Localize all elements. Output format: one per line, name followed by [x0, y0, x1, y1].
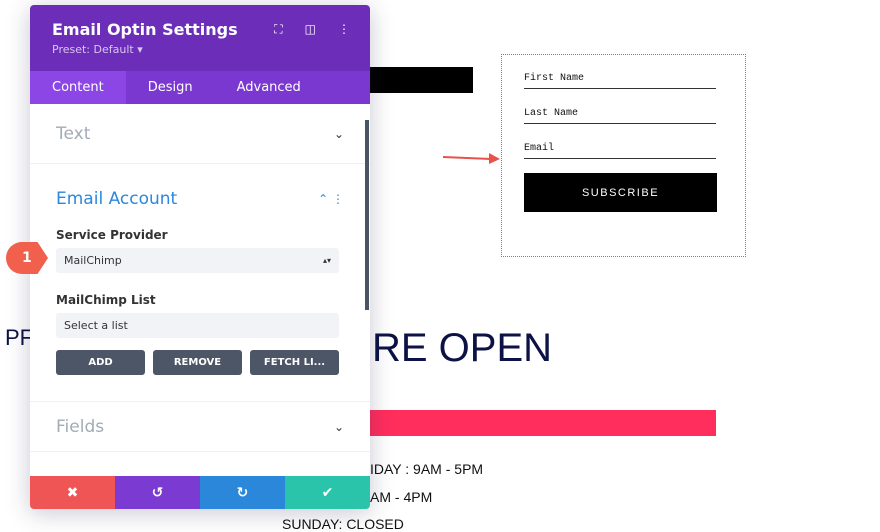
undo-icon: ↺ — [151, 484, 164, 501]
black-bar — [360, 67, 473, 93]
pink-bar — [360, 410, 716, 436]
hours-line: AM - 4PM — [370, 489, 433, 505]
chevron-down-icon: ⌄ — [333, 419, 344, 434]
service-provider-label: Service Provider — [56, 228, 168, 242]
cancel-button[interactable]: ✖ — [30, 476, 115, 509]
check-icon: ✔ — [321, 484, 334, 501]
subscribe-button[interactable]: SUBSCRIBE — [524, 173, 717, 212]
chevron-down-icon: ⌄ — [333, 126, 344, 141]
remove-button[interactable]: REMOVE — [153, 350, 242, 375]
save-button[interactable]: ✔ — [285, 476, 370, 509]
last-name-field[interactable]: Last Name — [524, 108, 716, 124]
hours-line: IDAY : 9AM - 5PM — [370, 461, 484, 477]
add-button[interactable]: ADD — [56, 350, 145, 375]
list-select[interactable]: Select a list — [56, 313, 339, 338]
preset-dropdown[interactable]: Preset: Default ▾ — [52, 43, 348, 56]
scrollbar[interactable] — [365, 120, 369, 310]
section-title: Fields — [56, 416, 105, 437]
close-icon: ✖ — [66, 484, 79, 501]
service-provider-select[interactable]: MailChimp ▴▾ — [56, 248, 339, 273]
arrow-icon — [443, 153, 500, 164]
tab-design[interactable]: Design — [126, 71, 215, 104]
tab-advanced[interactable]: Advanced — [215, 71, 323, 104]
section-text[interactable]: Text ⌄ — [30, 104, 370, 164]
tab-content[interactable]: Content — [30, 71, 126, 104]
heading-right: RE OPEN — [372, 326, 553, 370]
section-title: Email Account — [56, 189, 178, 209]
select-value: MailChimp — [64, 254, 122, 267]
optin-form: First Name Last Name Email SUBSCRIBE — [501, 54, 746, 257]
select-value: Select a list — [64, 319, 128, 332]
redo-icon: ↻ — [236, 484, 249, 501]
section-email-account[interactable]: Email Account ⌃ ⋮ — [30, 164, 370, 234]
chevron-up-icon: ⌃ ⋮ — [318, 192, 344, 206]
hours-line: SUNDAY: CLOSED — [282, 516, 404, 532]
split-view-icon[interactable]: ◫ — [305, 22, 316, 37]
email-field[interactable]: Email — [524, 143, 716, 159]
list-label: MailChimp List — [56, 293, 156, 307]
fetch-lists-button[interactable]: FETCH LI... — [250, 350, 339, 375]
select-arrows-icon: ▴▾ — [322, 256, 331, 265]
section-fields[interactable]: Fields ⌄ — [30, 402, 370, 452]
settings-panel: Email Optin Settings Preset: Default ▾ ⛶… — [30, 5, 370, 509]
fullscreen-icon[interactable]: ⛶ — [274, 22, 282, 37]
heading-left: PF — [5, 325, 34, 350]
first-name-field[interactable]: First Name — [524, 73, 716, 89]
section-title: Text — [56, 123, 91, 144]
redo-button[interactable]: ↻ — [200, 476, 285, 509]
panel-header: Email Optin Settings Preset: Default ▾ ⛶… — [30, 5, 370, 71]
undo-button[interactable]: ↺ — [115, 476, 200, 509]
more-icon[interactable]: ⋮ — [338, 22, 350, 37]
